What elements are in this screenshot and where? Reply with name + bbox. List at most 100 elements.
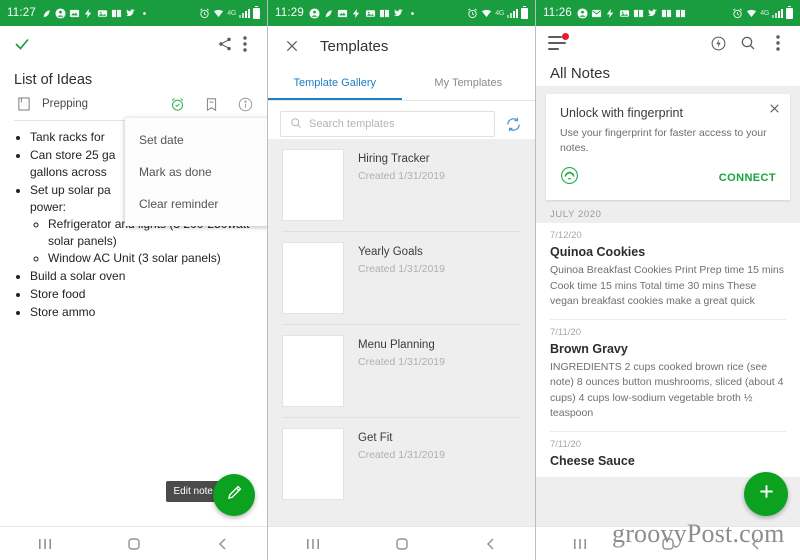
template-thumbnail	[282, 242, 344, 314]
book3-icon	[675, 8, 686, 19]
wifi-icon	[481, 8, 492, 19]
template-info: Yearly Goals Created 1/31/2019	[358, 242, 445, 275]
template-name: Get Fit	[358, 432, 393, 444]
fingerprint-promo-card: Unlock with fingerprint Use your fingerp…	[546, 94, 790, 200]
search-icon[interactable]	[738, 33, 758, 53]
info-icon[interactable]	[235, 94, 255, 114]
recents-icon[interactable]	[303, 534, 323, 554]
connect-button[interactable]: CONNECT	[719, 172, 776, 184]
check-icon[interactable]	[12, 34, 32, 54]
notes-list: 7/12/20 Quinoa Cookies Quinoa Breakfast …	[536, 223, 800, 477]
search-placeholder: Search templates	[309, 118, 395, 130]
recents-icon[interactable]	[35, 534, 55, 554]
note-action-icons	[167, 94, 255, 114]
page-title: Templates	[320, 37, 389, 55]
home-icon[interactable]	[392, 534, 412, 554]
template-info: Menu Planning Created 1/31/2019	[358, 335, 445, 368]
wifi-icon	[746, 8, 757, 19]
note-title: Quinoa Cookies	[550, 245, 646, 259]
note-date: 7/11/20	[550, 438, 581, 450]
add-plus-icon	[756, 481, 777, 507]
photo-icon	[69, 8, 80, 19]
panel-note-detail: 11:27 4G List of Ideas Prepping • Tank r…	[0, 0, 268, 560]
book-icon	[379, 8, 390, 19]
list-item: Build a solar oven	[30, 268, 253, 285]
menu-item-clear-reminder[interactable]: Clear reminder	[125, 188, 267, 220]
bullet-text-cont: gallons across	[30, 165, 107, 179]
photo-icon	[337, 8, 348, 19]
list-item[interactable]: Hiring Tracker Created 1/31/2019	[268, 139, 535, 231]
template-info: Hiring Tracker Created 1/31/2019	[358, 149, 445, 182]
overflow-menu-icon[interactable]	[235, 34, 255, 54]
notes-scroll-area[interactable]: Unlock with fingerprint Use your fingerp…	[536, 86, 800, 526]
list-item[interactable]: 7/12/20 Quinoa Cookies Quinoa Breakfast …	[536, 223, 800, 319]
menu-item-set-date[interactable]: Set date	[125, 124, 267, 156]
add-note-fab[interactable]	[744, 472, 788, 516]
edit-pencil-icon	[225, 483, 244, 507]
three-panel-screenshot: 11:27 4G List of Ideas Prepping • Tank r…	[0, 0, 800, 560]
list-item[interactable]: 7/11/20 Brown Gravy INGREDIENTS 2 cups c…	[536, 320, 800, 431]
back-icon[interactable]	[213, 534, 233, 554]
refresh-icon[interactable]	[503, 114, 523, 134]
wifi-icon	[213, 8, 224, 19]
panel-templates: 11:29 4G Templates Template Gallery My T…	[268, 0, 536, 560]
signal-icon	[239, 8, 250, 18]
bullet-text: Tank racks for	[30, 130, 105, 144]
dot-icon	[139, 8, 150, 19]
bullet-text-cont: power:	[30, 200, 67, 214]
list-item: Window AC Unit (3 solar panels)	[48, 250, 253, 267]
work-chat-icon[interactable]	[708, 33, 728, 53]
bullet-text: Build a solar oven	[30, 269, 126, 283]
close-icon[interactable]	[282, 36, 302, 56]
tab-my-templates[interactable]: My Templates	[402, 66, 536, 100]
list-item[interactable]: 7/11/20 Cheese Sauce	[536, 432, 800, 477]
signal-icon	[507, 8, 518, 18]
lte-label: 4G	[227, 9, 236, 17]
bullet-text: Store ammo	[30, 305, 96, 319]
status-time: 11:29	[275, 7, 304, 19]
status-notification-icons	[41, 7, 199, 19]
search-input[interactable]: Search templates	[280, 111, 495, 137]
template-name: Hiring Tracker	[358, 153, 430, 165]
template-name: Menu Planning	[358, 339, 435, 351]
flash-icon	[605, 8, 616, 19]
battery-icon	[786, 5, 793, 19]
tab-template-gallery[interactable]: Template Gallery	[268, 66, 402, 100]
back-icon[interactable]	[481, 534, 501, 554]
tab-label: Template Gallery	[293, 77, 377, 89]
template-list[interactable]: Hiring Tracker Created 1/31/2019 Yearly …	[268, 139, 535, 526]
edit-note-fab[interactable]	[213, 474, 255, 516]
share-icon[interactable]	[215, 34, 235, 54]
status-bar: 11:29 4G	[268, 0, 535, 26]
recents-icon[interactable]	[570, 534, 590, 554]
notebook-row[interactable]: Prepping	[0, 92, 267, 120]
reminder-alarm-icon[interactable]	[167, 94, 187, 114]
note-date: 7/11/20	[550, 326, 581, 338]
list-item[interactable]: Get Fit Created 1/31/2019	[268, 418, 535, 510]
close-icon[interactable]	[768, 102, 781, 120]
page-title: List of Ideas	[14, 72, 93, 88]
lte-label: 4G	[760, 9, 769, 17]
tab-label: My Templates	[434, 77, 503, 89]
hamburger-menu-icon[interactable]	[548, 33, 569, 50]
list-item[interactable]: Yearly Goals Created 1/31/2019	[268, 232, 535, 324]
template-thumbnail	[282, 149, 344, 221]
list-item: Store food	[30, 286, 253, 303]
bullet-text: Set up solar pa	[30, 183, 111, 197]
dot-icon	[407, 8, 418, 19]
image-icon	[97, 8, 108, 19]
account-icon	[577, 7, 588, 19]
notes-app-bar	[536, 26, 800, 60]
system-navigation-bar	[268, 526, 535, 560]
alarm-icon	[199, 8, 210, 19]
status-notification-icons	[577, 7, 732, 19]
notebook-icon	[14, 94, 34, 114]
note-app-bar	[0, 26, 267, 62]
home-icon[interactable]	[124, 534, 144, 554]
list-item[interactable]: Menu Planning Created 1/31/2019	[268, 325, 535, 417]
tag-icon[interactable]	[201, 94, 221, 114]
menu-item-mark-as-done[interactable]: Mark as done	[125, 156, 267, 188]
twitter-icon	[393, 8, 404, 19]
overflow-menu-icon[interactable]	[768, 33, 788, 53]
signal-icon	[772, 8, 783, 18]
